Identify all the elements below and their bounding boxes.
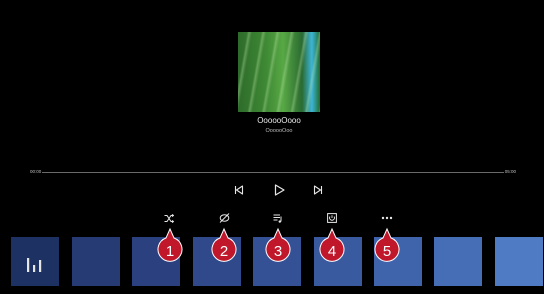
callout-marker: 5 (374, 227, 400, 265)
queue-button[interactable] (271, 211, 285, 225)
equalizer-icon (27, 258, 42, 272)
strip-item[interactable] (495, 237, 543, 286)
more-button[interactable] (380, 211, 394, 225)
shuffle-button[interactable] (162, 211, 176, 225)
screen-icon (327, 213, 337, 223)
callout-marker: 1 (157, 227, 183, 265)
progress-bar[interactable] (30, 172, 514, 173)
callout-number: 4 (328, 243, 336, 260)
callout-number: 1 (166, 243, 174, 260)
total-time: 05:00 (503, 169, 517, 174)
callout-marker: 2 (211, 227, 237, 265)
play-button[interactable] (272, 183, 286, 197)
previous-button[interactable] (232, 183, 246, 197)
previous-icon (234, 185, 244, 195)
no-repeat-icon (219, 213, 229, 223)
track-artist: OooooOoo (265, 128, 293, 134)
more-icon (381, 216, 393, 220)
shuffle-icon (164, 213, 174, 223)
callout-marker: 4 (319, 227, 345, 265)
track-title: OooooOooo (257, 116, 301, 125)
album-art (238, 32, 320, 112)
next-button[interactable] (311, 183, 325, 197)
callout-number: 5 (383, 243, 391, 260)
repeat-button[interactable] (217, 211, 231, 225)
callout-number: 3 (274, 243, 282, 260)
strip-item-visualizer[interactable] (11, 237, 59, 286)
callout-marker: 3 (265, 227, 291, 265)
play-icon (274, 184, 285, 196)
screen-button[interactable] (325, 211, 339, 225)
music-player-screen: OooooOooo OooooOoo 00:00 05:00 1 2 3 4 5 (0, 0, 544, 294)
strip-item[interactable] (434, 237, 482, 286)
next-icon (313, 185, 323, 195)
strip-item[interactable] (72, 237, 120, 286)
queue-icon (273, 214, 282, 223)
elapsed-time: 00:00 (29, 169, 43, 174)
callout-number: 2 (220, 243, 228, 260)
